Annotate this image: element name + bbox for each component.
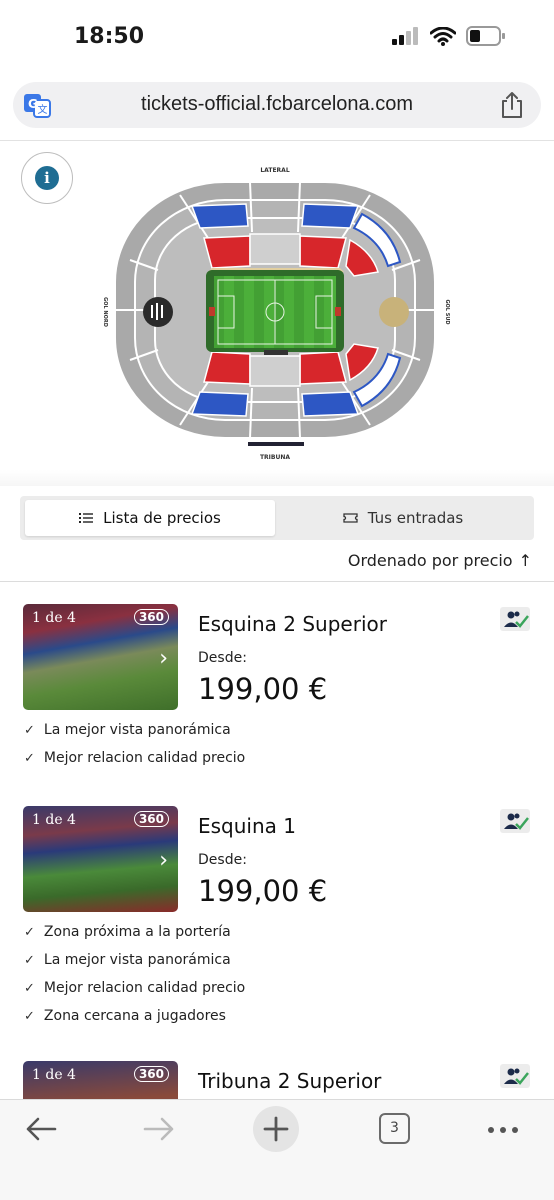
photo-counter: 1 de 4 <box>32 610 76 626</box>
section-title: Tribuna 2 Superior <box>198 1069 382 1093</box>
tab-switcher-button[interactable]: 3 <box>379 1113 410 1144</box>
check-icon: ✓ <box>24 750 35 766</box>
address-bar[interactable]: G 文 tickets-official.fcbarcelona.com <box>13 82 541 128</box>
forward-arrow-icon[interactable] <box>142 1114 176 1144</box>
check-icon: ✓ <box>24 952 35 968</box>
feature-item: ✓ La mejor vista panorámica <box>24 722 231 738</box>
status-icons <box>392 26 506 46</box>
section-title: Esquina 2 Superior <box>198 612 387 636</box>
sort-control[interactable]: Ordenado por precio ↑ <box>348 551 532 570</box>
stadium-map[interactable]: LATERAL TRIBUNA GOL NORD GOL SUD <box>100 160 460 465</box>
photo-counter: 1 de 4 <box>32 1067 76 1083</box>
section-price: 199,00 € <box>198 874 328 908</box>
plus-icon <box>263 1116 289 1142</box>
status-bar: 18:50 <box>0 0 554 72</box>
chevron-right-icon[interactable]: › <box>159 848 168 873</box>
back-arrow-icon[interactable] <box>24 1114 58 1144</box>
signal-icon <box>392 27 418 45</box>
info-icon: i <box>35 166 59 190</box>
group-seating-icon <box>500 1064 530 1088</box>
view-360-icon[interactable]: 360 <box>133 1066 169 1082</box>
divider <box>0 140 554 141</box>
section-photo[interactable]: 1 de 4 360 <box>23 1061 178 1099</box>
list-icon <box>79 513 94 523</box>
tab-your-tickets-label: Tus entradas <box>367 509 464 527</box>
feature-item: ✓ La mejor vista panorámica <box>24 952 231 968</box>
browser-toolbar: 3 <box>0 1099 554 1200</box>
battery-icon <box>466 26 505 46</box>
sort-arrow-icon: ↑ <box>518 551 532 570</box>
feature-item: ✓ Zona cercana a jugadores <box>24 1008 226 1024</box>
section-photo[interactable]: 1 de 4 360 › <box>23 604 178 710</box>
wifi-icon <box>430 26 456 46</box>
section-photo[interactable]: 1 de 4 360 › <box>23 806 178 912</box>
tab-your-tickets[interactable]: Tus entradas <box>278 500 528 536</box>
map-label-right: GOL SUD <box>444 299 450 324</box>
map-footer-band <box>0 470 554 486</box>
price-from-label: Desde: <box>198 650 247 666</box>
map-label-left: GOL NORD <box>102 297 108 327</box>
map-label-top: LATERAL <box>260 167 289 174</box>
section-card[interactable]: 1 de 4 360 Tribuna 2 Superior <box>0 1061 554 1099</box>
sort-label: Ordenado por precio <box>347 551 513 570</box>
url-text[interactable]: tickets-official.fcbarcelona.com <box>13 93 541 116</box>
section-price: 199,00 € <box>198 672 328 706</box>
check-icon: ✓ <box>24 722 35 738</box>
map-label-bottom: TRIBUNA <box>260 454 290 461</box>
check-icon: ✓ <box>24 980 35 996</box>
share-icon[interactable] <box>499 91 525 119</box>
status-time: 18:50 <box>74 24 145 49</box>
feature-item: ✓ Mejor relacion calidad precio <box>24 750 246 766</box>
chevron-right-icon[interactable]: › <box>159 646 168 671</box>
view-360-icon[interactable]: 360 <box>133 609 169 625</box>
view-360-icon[interactable]: 360 <box>133 811 169 827</box>
divider <box>0 581 554 582</box>
section-title: Esquina 1 <box>198 814 296 838</box>
check-icon: ✓ <box>24 1008 35 1024</box>
tab-price-list-label: Lista de precios <box>103 509 221 527</box>
view-tabs: Lista de precios Tus entradas <box>20 496 534 540</box>
group-seating-icon <box>500 809 530 833</box>
feature-item: ✓ Mejor relacion calidad precio <box>24 980 246 996</box>
ticket-icon <box>343 513 358 523</box>
feature-item: ✓ Zona próxima a la portería <box>24 924 231 940</box>
info-button[interactable]: i <box>21 152 73 204</box>
photo-counter: 1 de 4 <box>32 812 76 828</box>
price-from-label: Desde: <box>198 852 247 868</box>
more-icon[interactable] <box>487 1126 519 1134</box>
check-icon: ✓ <box>24 924 35 940</box>
tab-price-list[interactable]: Lista de precios <box>25 500 275 536</box>
new-tab-button[interactable] <box>253 1106 299 1152</box>
group-seating-icon <box>500 607 530 631</box>
